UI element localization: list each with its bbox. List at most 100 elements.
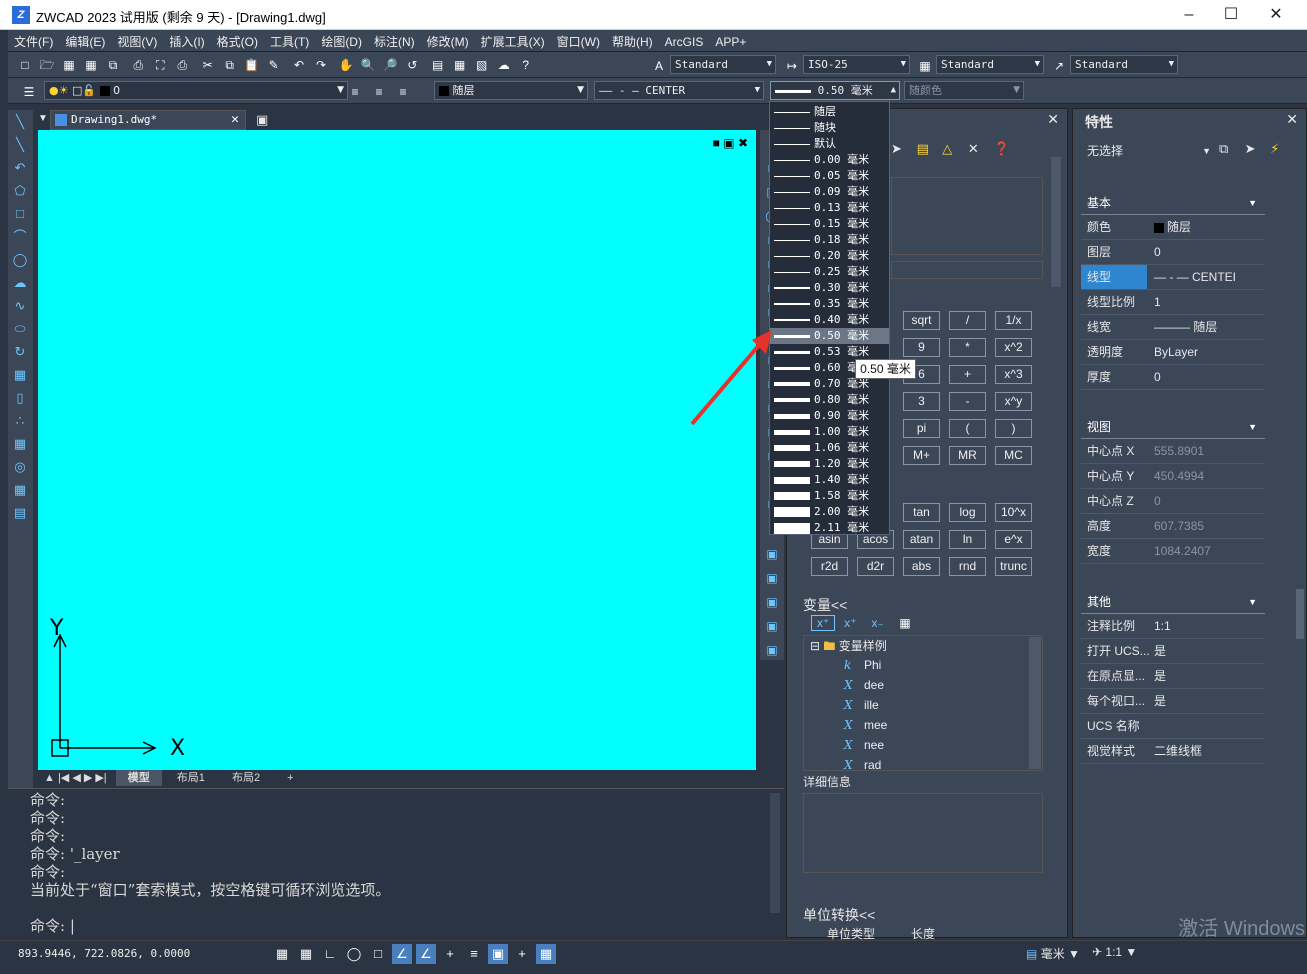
variable-item[interactable]: k Phi [844,655,887,675]
tab-model[interactable]: 模型 [115,770,162,786]
tab-layout1[interactable]: 布局1 [165,770,217,786]
ellipse-icon[interactable]: ⬭ [9,318,31,340]
ellipse-arc-icon[interactable]: ↻ [9,341,31,363]
intersection-icon[interactable]: ✕ [968,141,990,157]
calc-button[interactable]: d2r [857,557,894,576]
mleaderstyle-select[interactable]: Standard ▼ [1070,55,1178,74]
lineweight-option[interactable]: 0.00 毫米 [770,152,889,168]
properties-icon[interactable]: ▤ [428,55,448,75]
lineweight-option[interactable]: 1.40 毫米 [770,472,889,488]
property-row[interactable]: 高度 607.7385 [1081,514,1265,539]
circle-icon[interactable]: ◯ [9,249,31,271]
variable-item[interactable]: Xrad [844,755,887,775]
layer-current-icon[interactable]: ≡ [345,82,365,102]
viewport-minimize-icon[interactable]: ■ [713,136,720,150]
copy-icon[interactable]: ⧉ [220,55,240,75]
saveas-icon[interactable]: ▦ [81,55,101,75]
close-button[interactable]: ✕ [1261,4,1291,26]
menu-item-13[interactable]: APP+ [709,32,752,52]
color-select[interactable]: 随层 ▼ [434,81,588,100]
zoom-realtime-icon[interactable]: 🔍 [358,55,378,75]
draworder-icon[interactable]: ▣ [762,544,782,564]
menu-item-3[interactable]: 插入(I) [163,30,210,53]
menu-item-10[interactable]: 窗口(W) [551,30,606,53]
above-icon[interactable]: ▣ [762,616,782,636]
linetype-select[interactable]: —— - — CENTER ▼ [594,81,764,100]
dyn-icon[interactable]: + [440,944,460,964]
calc-var-icon[interactable]: ▦ [893,616,917,630]
grid-icon[interactable]: ▦ [272,944,292,964]
lineweight-option[interactable]: 0.05 毫米 [770,168,889,184]
unit-convert-title[interactable]: 单位转换<< [803,905,875,925]
calc-button[interactable]: atan [903,530,940,549]
menu-item-7[interactable]: 标注(N) [368,30,421,53]
transparency-icon[interactable]: ▣ [488,944,508,964]
quickprops-icon[interactable]: ▦ [536,944,556,964]
lineweight-option[interactable]: 0.09 毫米 [770,184,889,200]
new-tab-icon[interactable]: ▣ [256,112,268,128]
toolpalette-icon[interactable]: ▧ [472,55,492,75]
publish-icon[interactable]: ⎙ [172,55,192,75]
layer-states-icon[interactable]: ≡ [393,82,413,102]
spline-icon[interactable]: ∿ [9,295,31,317]
calc-button[interactable]: x^3 [995,365,1032,384]
property-row[interactable]: UCS 名称 [1081,714,1265,739]
properties-close-icon[interactable]: ✕ [1286,111,1298,128]
property-row[interactable]: 每个视口... 是 [1081,689,1265,714]
insert-block-icon[interactable]: ▦ [9,364,31,386]
lineweight-option[interactable]: 1.20 毫米 [770,456,889,472]
toggle-pickadd-icon[interactable]: ⧉ [1219,141,1241,157]
calc-button[interactable]: 1/x [995,311,1032,330]
calc-button[interactable]: ln [949,530,986,549]
tab-layout2[interactable]: 布局2 [220,770,272,786]
property-row[interactable]: 在原点显... 是 [1081,664,1265,689]
property-row[interactable]: 透明度 ByLayer [1081,340,1265,365]
point-icon[interactable]: ∴ [9,410,31,432]
menu-item-2[interactable]: 视图(V) [111,30,163,53]
menu-item-0[interactable]: 文件(F) [8,30,59,53]
line-icon[interactable]: ╲ [9,111,31,133]
calc-button[interactable]: ( [949,419,986,438]
variable-item[interactable]: Xmee [844,715,887,735]
selection-dropdown[interactable]: 无选择 ▼ [1081,141,1213,161]
dimstyle-select[interactable]: ISO-25 ▼ [803,55,910,74]
minimize-button[interactable]: – [1174,4,1204,26]
calc-button[interactable]: x^2 [995,338,1032,357]
history-area[interactable] [891,177,1043,255]
tab-menu-icon[interactable]: ▼ [38,113,48,124]
rectangle-icon[interactable]: □ [9,203,31,225]
property-row[interactable]: 线宽 ——— 随层 [1081,315,1265,340]
annotation-scale[interactable]: ✈ 1:1 ▼ [1092,945,1137,959]
calc-scrollbar[interactable] [1051,157,1061,287]
properties-scrollbar[interactable] [1296,589,1304,639]
property-row[interactable]: 厚度 0 [1081,365,1265,390]
command-scrollbar[interactable] [770,793,780,913]
arc-icon[interactable]: ⌒ [9,226,31,248]
construction-line-icon[interactable]: ╲ [9,134,31,156]
unit-type-value[interactable]: 长度 [911,925,935,942]
lineweight-option[interactable]: 0.15 毫米 [770,216,889,232]
osnap-icon[interactable]: □ [368,944,388,964]
lineweight-option[interactable]: 0.35 毫米 [770,296,889,312]
property-row[interactable]: 视觉样式 二维线框 [1081,739,1265,764]
bring-front-icon[interactable]: ▣ [762,568,782,588]
polygon-icon[interactable]: ⬠ [9,180,31,202]
cut-icon[interactable]: ✂ [198,55,218,75]
lineweight-option[interactable]: 0.30 毫米 [770,280,889,296]
unit-indicator[interactable]: ▤ 毫米 ▼ [1026,945,1080,962]
property-row[interactable]: 注释比例 1:1 [1081,614,1265,639]
menu-item-6[interactable]: 绘图(D) [315,30,368,53]
variable-item[interactable]: Xnee [844,735,887,755]
select-objects-icon[interactable]: ➤ [1245,141,1267,157]
tab-add[interactable]: + [275,770,305,786]
property-row[interactable]: 中心点 Z 0 [1081,489,1265,514]
preview-icon[interactable]: ⛶ [150,55,170,75]
below-icon[interactable]: ▣ [762,640,782,660]
calc-button[interactable]: abs [903,557,940,576]
layer-manager-icon[interactable]: ☰ [19,82,39,102]
property-row[interactable]: 中心点 Y 450.4994 [1081,464,1265,489]
lineweight-option[interactable]: 1.58 毫米 [770,488,889,504]
save-icon[interactable]: ▦ [59,55,79,75]
selection-cycle-icon[interactable]: + [512,944,532,964]
print-icon[interactable]: ⎙ [128,55,148,75]
